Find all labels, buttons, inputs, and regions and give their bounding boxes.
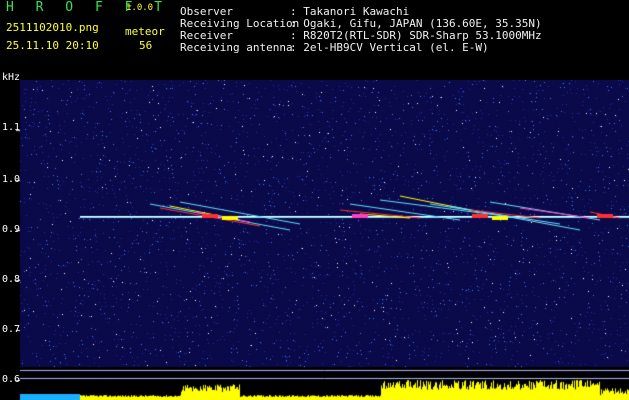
- app-version: 1.0.0: [126, 3, 154, 13]
- spectrogram-canvas: [0, 80, 629, 400]
- freq-tick: 0.6: [2, 374, 21, 385]
- freq-tick: 0.7: [2, 324, 21, 335]
- freq-tick: 0.9: [2, 224, 21, 235]
- file-name: 2511102010.png: [6, 21, 99, 34]
- meteor-count: 56: [139, 39, 153, 52]
- info-antenna-value: : 2el-HB9CV Vertical (el. E-W): [290, 41, 489, 54]
- file-timestamp: 25.11.10 20:10: [6, 39, 99, 52]
- freq-tick: 0.8: [2, 274, 21, 285]
- info-antenna-key: Receiving antenna: [180, 41, 293, 54]
- freq-tick: 1.1: [2, 122, 21, 133]
- meteor-label: meteor: [125, 25, 165, 38]
- freq-tick: 1.0: [2, 174, 21, 185]
